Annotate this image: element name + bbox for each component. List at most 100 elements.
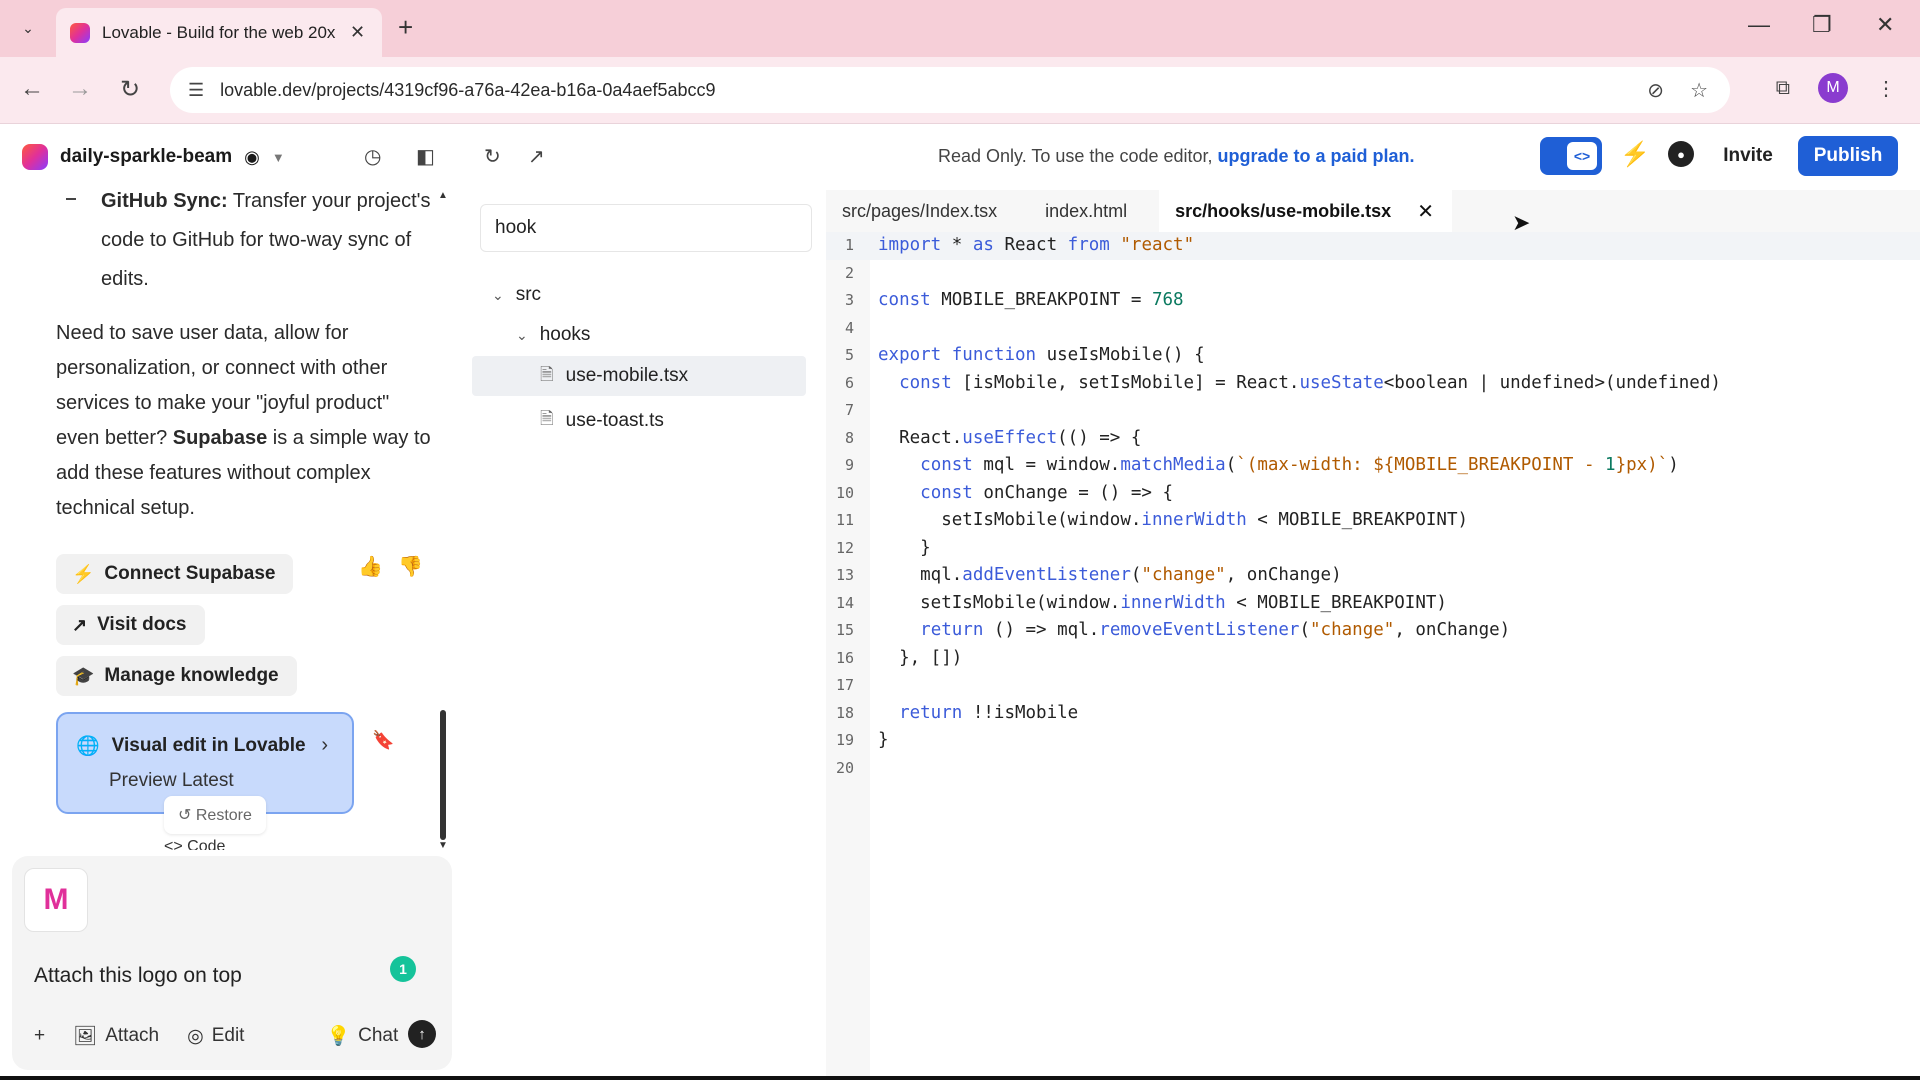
chat-input[interactable]: Attach this logo on top [34,964,242,988]
site-settings-icon[interactable]: ☰ [188,80,204,101]
publish-button[interactable]: Publish [1798,136,1898,176]
scroll-up-arrow[interactable]: ▲ [438,190,448,201]
visual-edit-subtitle: Preview Latest [109,770,234,791]
line-number: 7 [844,401,854,419]
plus-icon: + [34,1025,46,1046]
file-search-input[interactable]: hook [480,204,812,252]
code-line[interactable]: 20 [826,755,1920,783]
code-line[interactable]: 14 setIsMobile(window.innerWidth < MOBIL… [826,590,1920,618]
code-line[interactable]: 8 React.useEffect(() => { [826,425,1920,453]
attach-label: Attach [105,1025,160,1046]
open-external-icon[interactable]: ↗ [528,144,545,169]
code-text: }, []) [878,647,963,668]
attach-button[interactable]: 🖼 Attach [73,1024,159,1048]
connect-supabase-button[interactable]: ⚡ Connect Supabase [56,554,294,594]
thumbs-up-icon[interactable]: 👍 [358,554,383,579]
code-line[interactable]: 6 const [isMobile, setIsMobile] = React.… [826,370,1920,398]
editor-tab-index-tsx[interactable]: src/pages/Index.tsx [826,190,1015,232]
close-window-icon[interactable]: ✕ [1876,12,1894,38]
refresh-preview-icon[interactable]: ↻ [484,144,501,169]
editor-tab-index-html[interactable]: index.html [1029,190,1145,232]
code-line[interactable]: 12 } [826,535,1920,563]
profile-avatar[interactable]: M [1818,73,1848,103]
tree-file-use-toast[interactable]: 🗎 use-toast.ts [540,406,664,435]
line-number: 15 [835,621,854,639]
history-icon[interactable]: ◷ [364,144,381,169]
scroll-down-arrow[interactable]: ▼ [438,840,448,851]
chat-scrollbar[interactable] [440,710,446,840]
upgrade-link[interactable]: upgrade to a paid plan. [1218,146,1415,166]
extensions-icon[interactable]: ⧉ [1776,77,1790,100]
line-number: 11 [835,511,854,529]
manage-knowledge-button[interactable]: 🎓 Manage knowledge [56,656,297,696]
minimize-icon[interactable]: — [1748,12,1770,38]
editor-tab-label: index.html [1045,200,1128,221]
browser-menu-icon[interactable]: ⋮ [1876,76,1896,101]
code-line[interactable]: 16 }, []) [826,645,1920,673]
lightbulb-icon: 💡 [326,1026,351,1047]
editor-tab-use-mobile[interactable]: src/hooks/use-mobile.tsx ✕ [1159,190,1452,232]
edit-button[interactable]: ◎ Edit [187,1025,244,1048]
forward-arrow-icon[interactable]: → [68,75,92,103]
invite-button[interactable]: Invite [1710,136,1786,176]
line-number: 10 [835,483,854,502]
bookmark-icon[interactable]: 🔖 [372,730,394,751]
send-button[interactable]: ↑ [408,1020,436,1048]
code-line[interactable]: 7 [826,397,1920,425]
thumbs-down-icon[interactable]: 👎 [398,554,423,579]
line-number: 2 [844,263,854,282]
code-line[interactable]: 13 mql.addEventListener("change", onChan… [826,562,1920,590]
tree-label: use-mobile.tsx [565,365,689,386]
attached-logo-thumbnail[interactable]: M [24,868,88,932]
add-plus-button[interactable]: + [34,1025,45,1047]
chat-mode-button[interactable]: 💡 Chat [326,1024,398,1048]
code-line[interactable]: 15 return () => mql.removeEventListener(… [826,617,1920,645]
browser-tab-active[interactable]: Lovable - Build for the web 20x ✕ [56,8,382,57]
tree-label: src [515,284,542,305]
code-button[interactable]: <> Code [164,838,450,850]
supabase-bolt-icon[interactable]: ⚡ [1620,140,1650,169]
restore-window-icon[interactable]: ❐ [1812,12,1832,38]
close-tab-icon[interactable]: ✕ [1417,199,1434,224]
code-line[interactable]: 19} [826,727,1920,755]
tree-file-use-mobile[interactable]: 🗎 use-mobile.tsx [472,356,806,396]
project-switcher[interactable]: daily-sparkle-beam ◉ ▼ [22,144,285,170]
chat-messages[interactable]: GitHub Sync: Transfer your project's cod… [0,190,450,850]
code-text: const [isMobile, setIsMobile] = React.us… [899,372,1721,393]
back-arrow-icon[interactable]: ← [20,75,44,103]
chat-composer: M Attach this logo on top 1 + 🖼 Attach ◎ E… [12,856,452,1070]
tree-folder-src[interactable]: ⌄ src [492,284,541,306]
github-icon[interactable]: ● [1668,141,1694,167]
code-line[interactable]: 18 return !!isMobile [826,700,1920,728]
new-tab-plus-icon[interactable]: + [398,12,413,43]
code-line[interactable]: 11 setIsMobile(window.innerWidth < MOBIL… [826,507,1920,535]
code-lines[interactable]: 1 import * as React from "react" 2 3 const M… [826,232,1920,782]
reload-icon[interactable]: ↻ [120,75,140,104]
chat-panel: GitHub Sync: Transfer your project's cod… [0,190,460,1076]
restore-button[interactable]: ↺ Restore [178,805,252,825]
code-line[interactable]: 4 [826,315,1920,343]
visit-docs-button[interactable]: ↗ Visit docs [56,605,205,645]
target-icon: ◎ [187,1025,204,1047]
code-line[interactable]: 9 const mql = window.matchMedia(`(max-wi… [826,452,1920,480]
code-line[interactable]: 5 export function useIsMobile() { [826,342,1920,370]
globe-icon: ◉ [244,146,260,167]
close-tab-icon[interactable]: ✕ [350,22,365,43]
tracking-protection-icon[interactable]: ⊘ [1647,78,1664,103]
tab-search-chevron-icon[interactable]: ⌄ [14,14,42,42]
code-text: mql.addEventListener("change", onChange) [878,565,1342,585]
code-line[interactable]: 10 const onChange = () => { [826,480,1920,508]
code-line[interactable]: 17 [826,672,1920,700]
code-text: setIsMobile(window.innerWidth < MOBILE_B… [878,510,1469,530]
sidebar-toggle-icon[interactable]: ◧ [416,144,435,169]
code-view-toggle[interactable]: <> [1540,137,1602,175]
tree-folder-hooks[interactable]: ⌄ hooks [516,324,590,346]
bookmark-star-icon[interactable]: ☆ [1690,78,1708,103]
code-line[interactable]: 1 import * as React from "react" [826,232,1920,260]
url-text[interactable]: lovable.dev/projects/4319cf96-a76a-42ea-… [220,80,715,101]
grammarly-icon[interactable]: 1 [390,956,416,982]
code-line[interactable]: 3 const MOBILE_BREAKPOINT = 768 [826,287,1920,315]
omnibox[interactable]: ☰ lovable.dev/projects/4319cf96-a76a-42e… [170,67,1730,113]
code-line[interactable]: 2 [826,260,1920,288]
code-text: export function useIsMobile() { [878,345,1205,365]
